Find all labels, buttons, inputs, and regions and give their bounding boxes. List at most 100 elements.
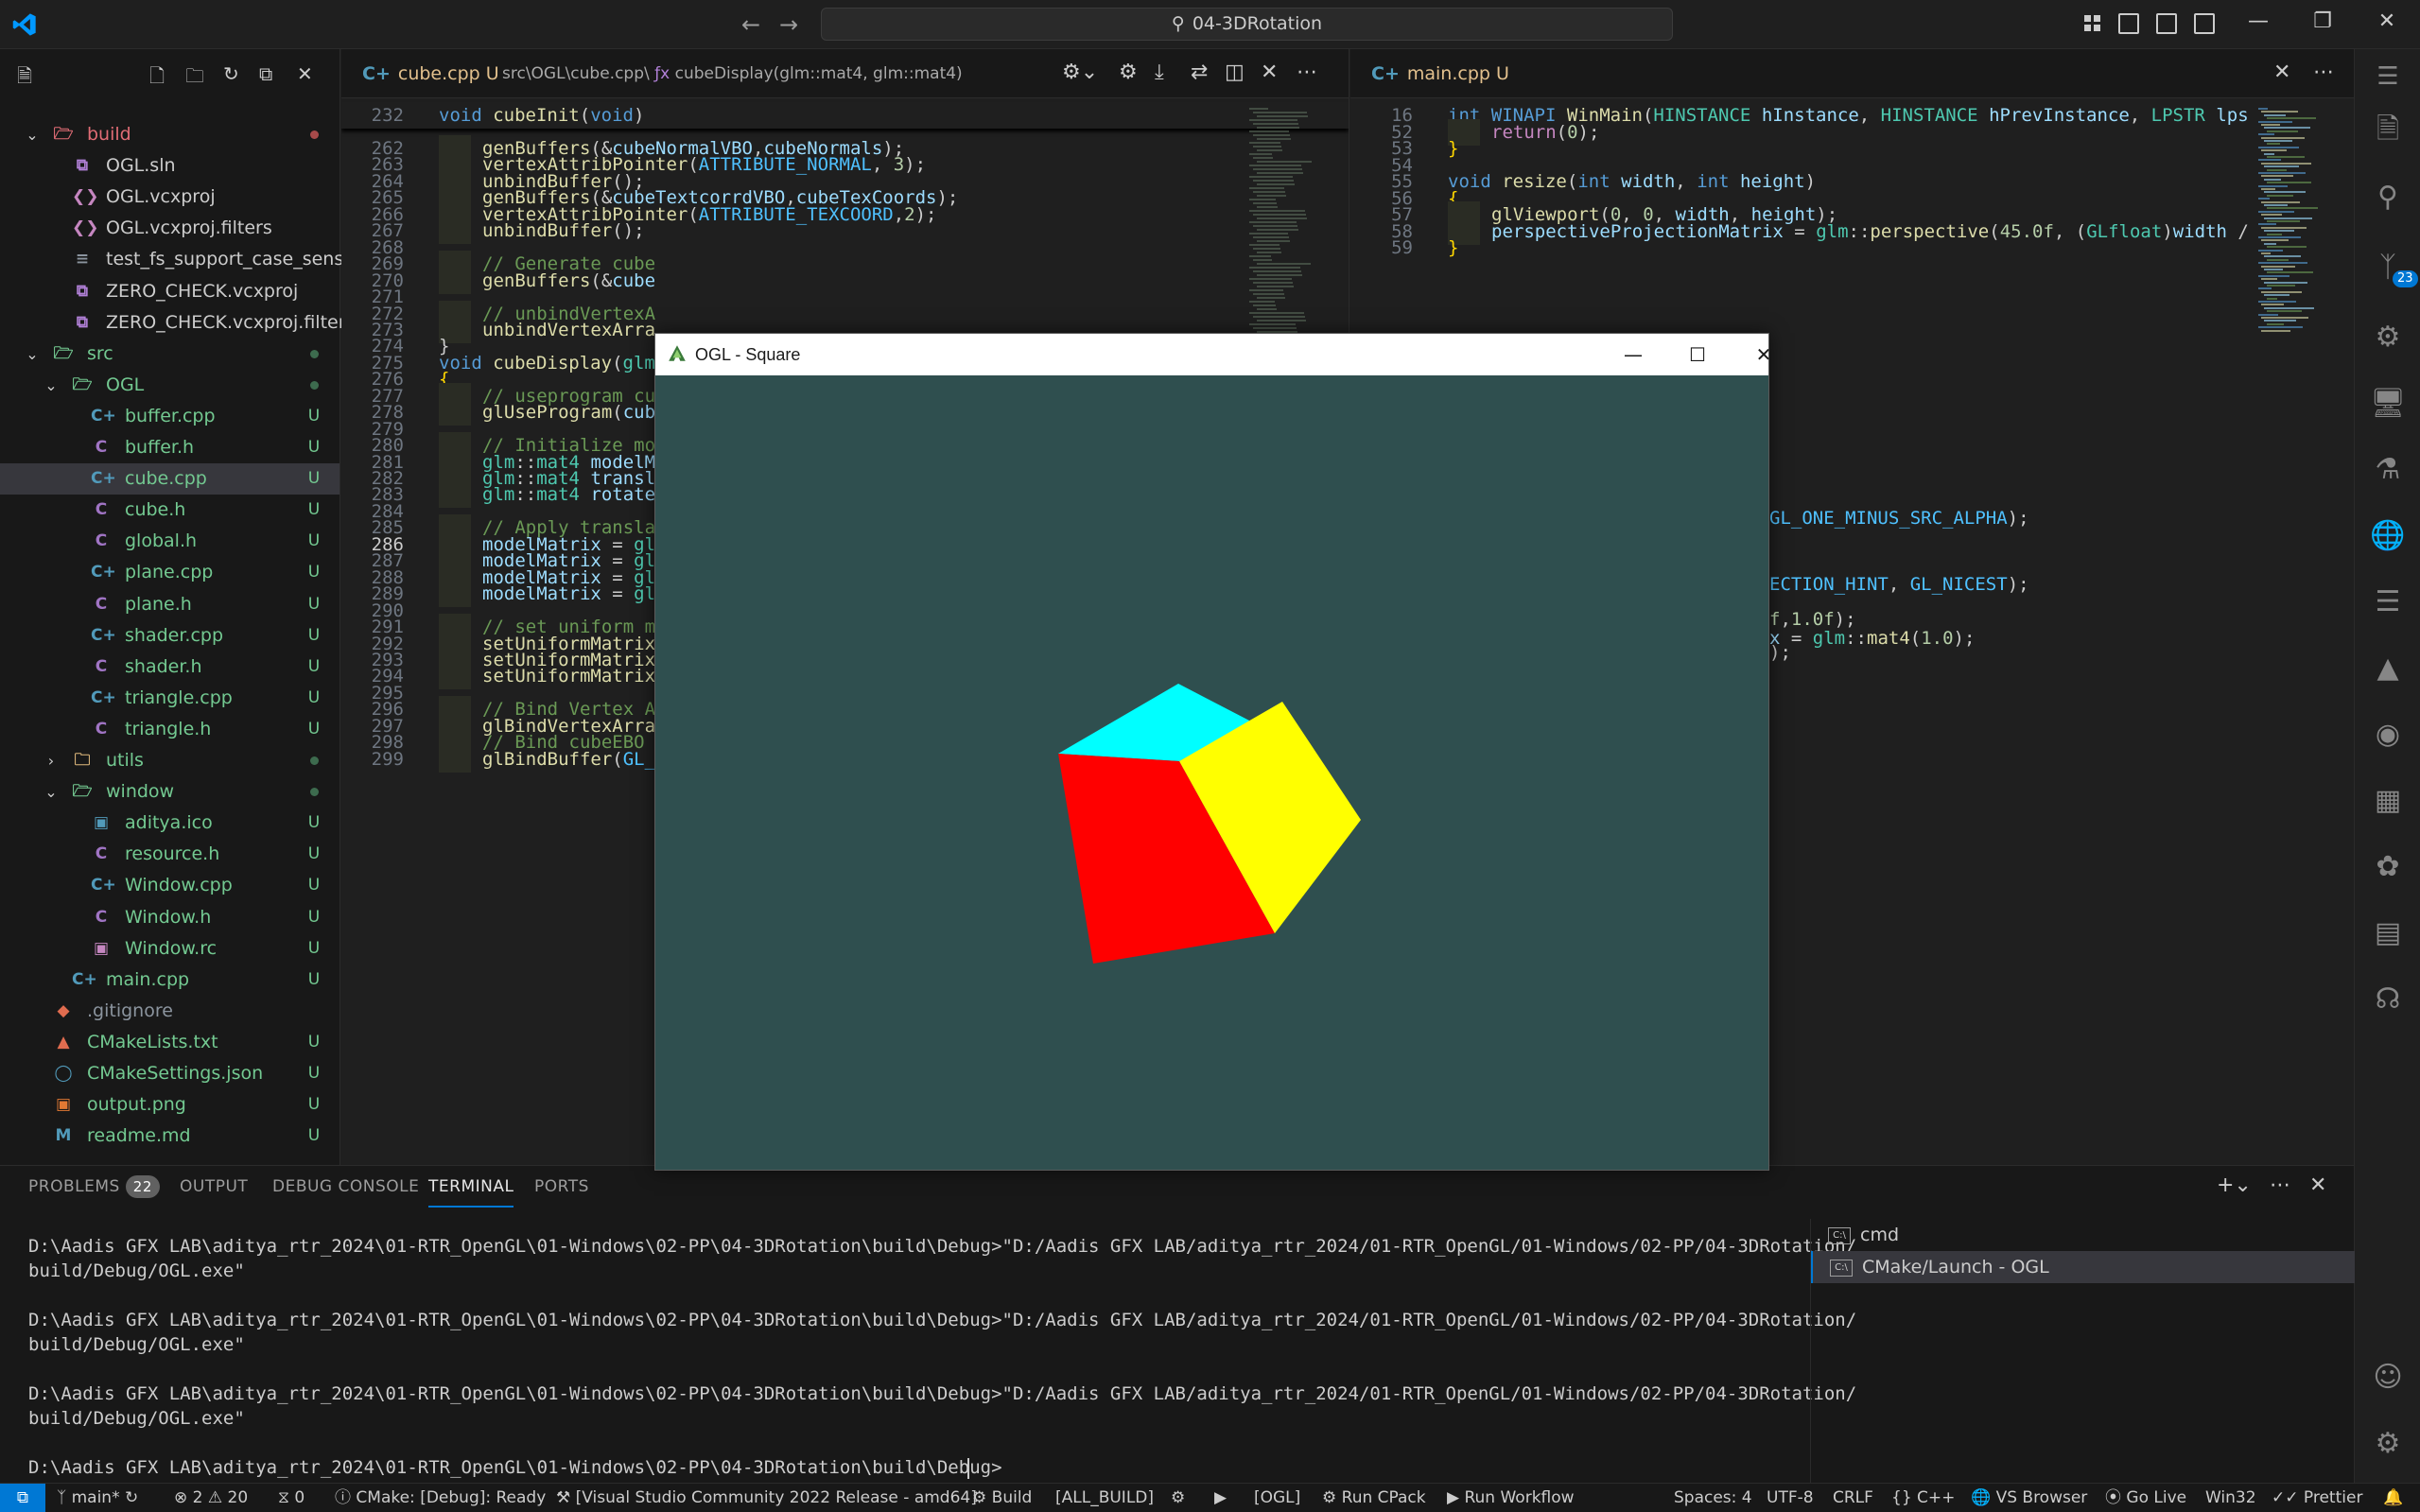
debug-gear-icon[interactable]: ⚙⌄ xyxy=(1062,61,1098,84)
tree-item[interactable]: ⌄ 🗁 src xyxy=(0,339,339,370)
tree-item[interactable]: Cglobal.h U xyxy=(0,526,339,557)
more-actions-icon[interactable]: ⋯ xyxy=(2313,61,2334,84)
run-debug-icon[interactable]: ⚙ xyxy=(2355,314,2420,361)
ogl-maximize-icon[interactable]: ☐ xyxy=(1669,334,1726,375)
close-panel-icon[interactable]: ✕ xyxy=(2309,1173,2326,1197)
explorer-icon[interactable]: 🗎 xyxy=(2355,106,2420,153)
tree-item[interactable]: Ccube.h U xyxy=(0,495,339,526)
tree-item[interactable]: ❮❯ OGL.vcxproj xyxy=(0,182,339,213)
indentation[interactable]: Spaces: 4 xyxy=(1674,1484,1752,1512)
new-folder-icon[interactable]: 🗀 xyxy=(185,62,204,95)
vs-browser[interactable]: 🌐 VS Browser xyxy=(1971,1484,2087,1512)
tree-item[interactable]: ⧉ ZERO_CHECK.vcxproj xyxy=(0,276,339,307)
tree-item[interactable]: C+ shader.cpp U xyxy=(0,620,339,652)
extensions-icon[interactable]: ▦ xyxy=(2355,777,2420,825)
tree-item[interactable]: C+ buffer.cpp U xyxy=(0,401,339,432)
tree-item[interactable]: ▣ output.png U xyxy=(0,1089,339,1121)
tree-item[interactable]: ⌄ 🗁 window xyxy=(0,776,339,808)
run-cpack-button[interactable]: ⚙ Run CPack xyxy=(1322,1484,1426,1512)
close-sidebar-icon[interactable]: ✕ xyxy=(297,62,313,85)
tree-item[interactable]: Cplane.h U xyxy=(0,589,339,620)
ogl-window[interactable]: OGL - Square — ☐ ✕ xyxy=(654,333,1771,1171)
prettier[interactable]: ✓✓ Prettier xyxy=(2272,1484,2362,1512)
tree-item[interactable]: ⧉ ZERO_CHECK.vcxproj.filters xyxy=(0,307,356,339)
remote-icon[interactable]: ⧉ xyxy=(0,1484,45,1512)
ogl-close-icon[interactable]: ✕ xyxy=(1735,334,1792,375)
toggle-panel-icon[interactable] xyxy=(2156,13,2177,34)
terminal-instance[interactable]: C:\ CMake/Launch - OGL xyxy=(1811,1251,2355,1283)
minimap-right[interactable] xyxy=(2258,98,2334,382)
split-editor-icon[interactable]: ◫ xyxy=(1225,61,1245,84)
explorer-files-icon[interactable]: 🗎 xyxy=(17,62,32,95)
notebook-icon[interactable]: ▤ xyxy=(2355,910,2420,957)
compare-icon[interactable]: ⇄ xyxy=(1191,61,1208,84)
close-editor-icon[interactable]: ✕ xyxy=(2273,61,2290,84)
tree-item[interactable]: Cbuffer.h U xyxy=(0,432,339,463)
tree-item[interactable]: ⌄ 🗁 build xyxy=(0,119,339,150)
forward-arrow-icon[interactable]: → xyxy=(779,11,798,38)
browser-icon[interactable]: 🌐 xyxy=(2355,513,2420,560)
tree-item[interactable]: C+ main.cpp U xyxy=(0,965,339,996)
go-live[interactable]: ⦿ Go Live xyxy=(2105,1484,2186,1512)
panel-tab-ports[interactable]: PORTS xyxy=(534,1166,589,1208)
sticky-scroll-line[interactable]: 232 void cubeInit(void) xyxy=(341,102,1349,129)
build-button[interactable]: ⚙ Build xyxy=(972,1484,1032,1512)
tree-item[interactable]: ▲ CMakeLists.txt U xyxy=(0,1027,339,1058)
debug-bug-icon[interactable]: ⚙ xyxy=(1171,1484,1185,1512)
tab-cube-cpp[interactable]: C+ cube.cpp U xyxy=(341,49,499,98)
run-play-icon[interactable]: ▶ xyxy=(1214,1484,1227,1512)
new-terminal-icon[interactable]: +⌄ xyxy=(2217,1173,2252,1197)
minimize-icon[interactable]: — xyxy=(2239,9,2277,33)
settings-gear-icon[interactable]: ⚙ xyxy=(1119,61,1138,84)
tree-item[interactable]: ⧉ OGL.sln xyxy=(0,150,339,182)
manage-gear-icon[interactable]: ⚙ xyxy=(2355,1420,2420,1468)
more-actions-icon[interactable]: ⋯ xyxy=(2270,1173,2290,1197)
more-actions-icon[interactable]: ⋯ xyxy=(1297,61,1317,84)
ogl-minimize-icon[interactable]: — xyxy=(1605,334,1662,375)
restore-icon[interactable]: ❐ xyxy=(2304,9,2342,33)
breadcrumb[interactable]: src\OGL\cube.cpp\ ƒx cubeDisplay(glm::ma… xyxy=(502,49,963,98)
notifications-bell-icon[interactable]: 🔔 xyxy=(2383,1484,2403,1512)
customize-layout-icon[interactable] xyxy=(2082,13,2103,34)
cmake-icon[interactable]: ▲ xyxy=(2355,645,2420,692)
tree-item[interactable]: ⌄ 🗁 OGL xyxy=(0,370,339,401)
edge-icon[interactable]: ☊ xyxy=(2355,976,2420,1023)
tree-item[interactable]: ◆ .gitignore xyxy=(0,996,339,1027)
toggle-secondary-sidebar-icon[interactable] xyxy=(2194,13,2215,34)
platform[interactable]: Win32 xyxy=(2205,1484,2256,1512)
run-workflow-button[interactable]: ▶ Run Workflow xyxy=(1447,1484,1575,1512)
close-window-icon[interactable]: ✕ xyxy=(2368,9,2406,33)
command-center-search[interactable]: ⚲ 04-3DRotation xyxy=(821,8,1673,41)
tree-item[interactable]: C Window.h U xyxy=(0,902,339,933)
cmake-status[interactable]: ⓘ CMake: [Debug]: Ready xyxy=(335,1484,546,1512)
panel-tab-terminal[interactable]: TERMINAL xyxy=(428,1166,514,1208)
search-icon[interactable]: ⚲ xyxy=(2355,174,2420,221)
docker-icon[interactable]: ◉ xyxy=(2355,711,2420,758)
leaf-icon[interactable]: ✿ xyxy=(2355,843,2420,891)
terminal-instance[interactable]: C:\ cmd xyxy=(1811,1219,2355,1251)
download-icon[interactable]: ⤓ xyxy=(1155,61,1164,84)
tab-main-cpp[interactable]: C+ main.cpp U xyxy=(1350,49,1509,98)
panel-tab-output[interactable]: OUTPUT xyxy=(180,1166,248,1208)
language-mode[interactable]: {} C++ xyxy=(1891,1484,1955,1512)
end-of-line[interactable]: CRLF xyxy=(1833,1484,1873,1512)
panel-tab-debug-console[interactable]: DEBUG CONSOLE xyxy=(272,1166,419,1208)
tree-item[interactable]: › 🗀 utils xyxy=(0,745,339,776)
back-arrow-icon[interactable]: ← xyxy=(741,11,760,38)
tree-item[interactable]: ≡ test_fs_support_case_sensitiv... xyxy=(0,244,387,275)
new-file-icon[interactable]: 🗋 xyxy=(149,62,165,95)
branch-item[interactable]: ᛉ main* ↻ xyxy=(57,1484,138,1512)
encoding[interactable]: UTF-8 xyxy=(1767,1484,1814,1512)
code-line[interactable]: 59} xyxy=(1350,235,2354,261)
build-target[interactable]: [ALL_BUILD] xyxy=(1055,1484,1154,1512)
tree-item[interactable]: Ctriangle.h U xyxy=(0,714,339,745)
close-editor-icon[interactable]: ✕ xyxy=(1261,61,1278,84)
remote-explorer-icon[interactable]: 🖥 xyxy=(2355,380,2420,427)
toggle-primary-sidebar-icon[interactable] xyxy=(2118,13,2139,34)
tree-item[interactable]: ❮❯ OGL.vcxproj.filters xyxy=(0,213,339,244)
collapse-all-icon[interactable]: ⧉ xyxy=(259,62,272,85)
tree-item[interactable]: C+ plane.cpp U xyxy=(0,557,339,588)
menu-icon[interactable]: ☰ xyxy=(2355,53,2420,100)
tree-item[interactable]: C+ cube.cpp U xyxy=(0,463,339,495)
tree-item[interactable]: C+ triangle.cpp U xyxy=(0,683,339,714)
